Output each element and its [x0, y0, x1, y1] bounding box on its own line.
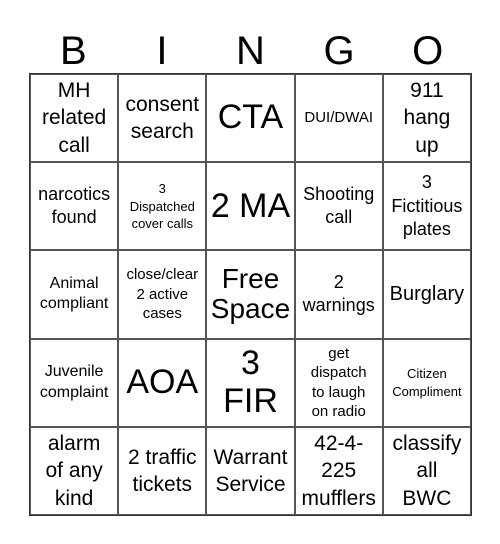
header-letter-b: B — [59, 29, 87, 73]
bingo-cell[interactable]: alarm of any kind — [30, 426, 119, 515]
bingo-cell[interactable]: 42-4-225 mufflers — [294, 426, 383, 515]
bingo-cell[interactable]: Shooting call — [294, 162, 383, 251]
header-letter-n: N — [236, 29, 265, 73]
bingo-cell[interactable]: 3 Dispatched cover calls — [118, 162, 207, 251]
bingo-cell[interactable]: close/clear 2 active cases — [118, 250, 207, 339]
bingo-cell[interactable]: consent search — [118, 74, 207, 163]
header-letter-g: G — [323, 29, 355, 73]
bingo-cell[interactable]: Free Space — [206, 250, 295, 339]
bingo-cell[interactable]: Warrant Service — [206, 426, 295, 515]
bingo-cell[interactable]: AOA — [118, 338, 207, 427]
bingo-cell[interactable]: 2 MA — [206, 162, 295, 251]
bingo-cell[interactable]: 911 hang up — [382, 74, 471, 163]
bingo-cell[interactable]: 3 FIR — [206, 338, 295, 427]
bingo-cell[interactable]: get dispatch to laugh on radio — [294, 338, 383, 427]
bingo-cell[interactable]: CTA — [206, 74, 295, 163]
bingo-cell[interactable]: Juvenile complaint — [30, 338, 119, 427]
bingo-cell[interactable]: MH related call — [30, 74, 119, 163]
bingo-grid: MH related call consent search CTA DUI/D… — [29, 73, 472, 516]
bingo-cell[interactable]: DUI/DWAI — [294, 74, 383, 163]
bingo-cell[interactable]: 2 traffic tickets — [118, 426, 207, 515]
header-letter-i: I — [156, 29, 168, 73]
bingo-cell[interactable]: narcotics found — [30, 162, 119, 251]
bingo-cell[interactable]: 2 warnings — [294, 250, 383, 339]
bingo-cell[interactable]: Burglary — [382, 250, 471, 339]
bingo-cell[interactable]: classify all BWC — [382, 426, 471, 515]
bingo-cell[interactable]: 3 Fictitious plates — [382, 162, 471, 251]
bingo-header: B I N G O — [29, 28, 472, 74]
bingo-cell[interactable]: Citizen Compliment — [382, 338, 471, 427]
header-letter-o: O — [412, 29, 444, 73]
bingo-cell[interactable]: Animal compliant — [30, 250, 119, 339]
